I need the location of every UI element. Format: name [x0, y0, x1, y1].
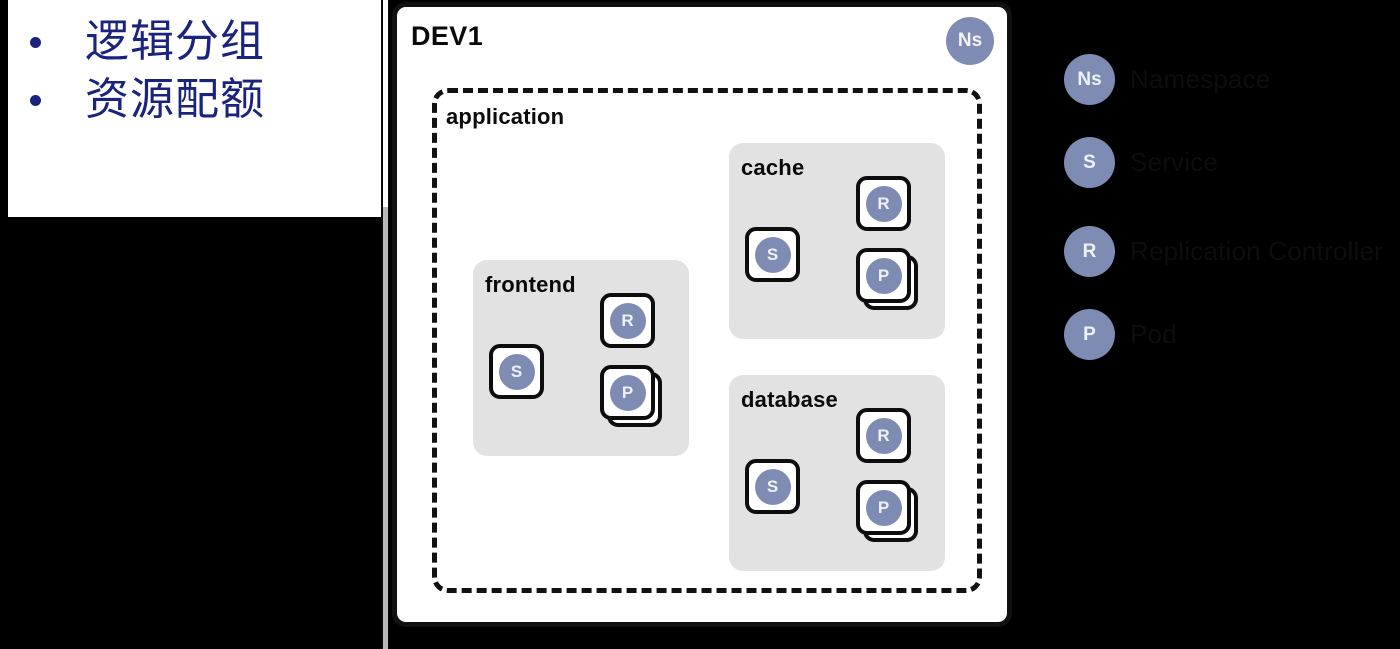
bullet-text: 逻辑分组 — [85, 17, 265, 66]
service-group-cache: cache S R P — [729, 143, 945, 339]
namespace-title: DEV1 — [411, 21, 484, 51]
replication-controller-icon: R — [865, 185, 902, 222]
bullet-text: 资源配额 — [85, 75, 265, 124]
legend-label: Namespace — [1130, 64, 1271, 94]
pod-icon: P — [865, 257, 902, 294]
scrollbar-thumb[interactable] — [383, 207, 388, 649]
tile-letter: P — [621, 382, 634, 402]
tile-replication-controller[interactable]: R — [856, 408, 911, 463]
bullet-dot-icon — [30, 94, 41, 106]
tile-service[interactable]: S — [745, 227, 800, 282]
replication-controller-icon: R — [1064, 226, 1115, 277]
service-icon: S — [754, 236, 791, 273]
tile-letter: S — [510, 361, 523, 381]
tile-letter: R — [621, 310, 634, 330]
legend-item-pod: P Pod — [1064, 309, 1177, 360]
tile-service[interactable]: S — [745, 459, 800, 514]
legend-label: Service — [1130, 147, 1219, 177]
application-label: application — [446, 104, 565, 129]
service-group-frontend: frontend S R P — [473, 260, 689, 456]
legend-symbol: P — [1083, 323, 1096, 345]
bullet-list-item: 资源配额 — [30, 78, 265, 122]
legend-item-namespace: Ns Namespace — [1064, 54, 1271, 105]
tile-service[interactable]: S — [489, 344, 544, 399]
tile-letter: R — [877, 425, 890, 445]
service-group-label: cache — [741, 155, 805, 180]
tile-pod[interactable]: P — [600, 365, 655, 420]
legend-item-replication-controller: R Replication Controller — [1064, 226, 1383, 277]
tile-replication-controller[interactable]: R — [856, 176, 911, 231]
tile-letter: P — [877, 497, 890, 517]
service-group-database: database S R P — [729, 375, 945, 571]
pod-icon: P — [865, 489, 902, 526]
tile-replication-controller[interactable]: R — [600, 293, 655, 348]
slide-panel: 逻辑分组 资源配额 — [8, 0, 384, 217]
tile-letter: P — [877, 265, 890, 285]
vertical-scrollbar[interactable] — [381, 0, 389, 649]
namespace-icon: Ns — [1064, 54, 1115, 105]
namespace-badge-icon: Ns — [946, 17, 994, 65]
namespace-dev1-container: DEV1 Ns application frontend S R P cache… — [392, 2, 1012, 627]
service-group-label: database — [741, 387, 838, 412]
legend-symbol: S — [1083, 151, 1096, 173]
legend-symbol: R — [1082, 240, 1097, 262]
replication-controller-icon: R — [865, 417, 902, 454]
pod-icon: P — [609, 374, 646, 411]
service-icon: S — [1064, 137, 1115, 188]
bullet-dot-icon — [30, 36, 41, 48]
tile-letter: S — [766, 476, 779, 496]
legend-label: Pod — [1130, 319, 1177, 349]
legend-item-service: S Service — [1064, 137, 1218, 188]
tile-letter: R — [877, 193, 890, 213]
application-boundary: application frontend S R P cache S R P d… — [432, 88, 982, 593]
legend-symbol: Ns — [1077, 68, 1102, 90]
service-icon: S — [498, 353, 535, 390]
tile-pod[interactable]: P — [856, 248, 911, 303]
replication-controller-icon: R — [609, 302, 646, 339]
tile-pod[interactable]: P — [856, 480, 911, 535]
pod-icon: P — [1064, 309, 1115, 360]
bullet-list-item: 逻辑分组 — [30, 20, 265, 64]
namespace-badge-label: Ns — [957, 30, 983, 51]
tile-letter: S — [766, 244, 779, 264]
service-group-label: frontend — [485, 272, 576, 297]
legend-label: Replication Controller — [1130, 236, 1383, 266]
service-icon: S — [754, 468, 791, 505]
